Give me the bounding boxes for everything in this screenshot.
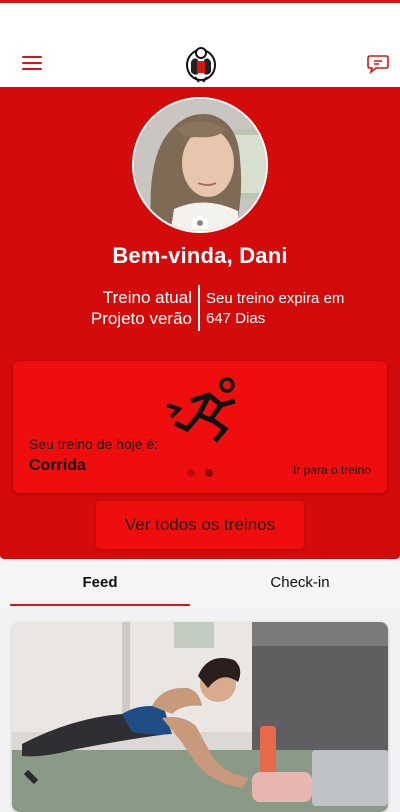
gym-mascot-logo [186,47,216,83]
feed-tabs: Feed Check-in [0,560,400,608]
go-to-workout-link[interactable]: Ir para o treino [293,463,371,477]
feed-post-image[interactable] [12,622,388,812]
today-workout-card[interactable]: Seu treino de hoje é: Corrida Ir para o … [13,361,387,493]
avatar[interactable] [132,97,268,233]
hamburger-menu-icon[interactable] [22,56,42,70]
tab-feed[interactable]: Feed [10,574,190,591]
plan-label: Treino atual [102,288,192,307]
carousel-dots [187,469,213,477]
running-person-icon [166,377,236,443]
today-workout-name: Corrida [29,457,86,474]
current-plan: Treino atual Projeto verão [91,287,192,329]
plan-expiry: Seu treino expira em 647 Dias [206,289,344,329]
expiry-text: Seu treino expira em [206,290,345,307]
welcome-title: Bem-vinda, Dani [112,243,288,268]
plan-name: Projeto verão [90,309,192,328]
view-all-workouts-button[interactable]: Ver todos os treinos [96,501,304,549]
tab-checkin[interactable]: Check-in [210,574,390,591]
camera-icon[interactable] [191,215,209,229]
active-tab-indicator [10,604,190,606]
carousel-dot[interactable] [187,469,195,477]
carousel-dot-active[interactable] [205,469,213,477]
chat-bubble-icon[interactable] [366,52,390,76]
app-header [0,3,400,87]
today-label: Seu treino de hoje é: [29,436,159,452]
divider [198,285,200,331]
profile-hero: Bem-vinda, Dani Treino atual Projeto ver… [0,87,400,559]
expiry-days: 647 Dias [206,310,266,327]
